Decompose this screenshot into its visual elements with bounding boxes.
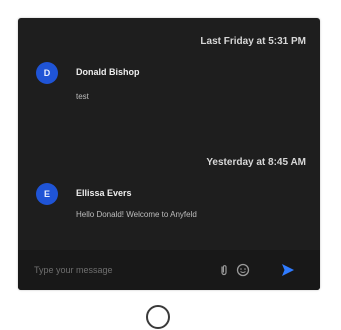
send-button[interactable] — [280, 262, 296, 278]
avatar[interactable]: D — [36, 62, 58, 84]
avatar[interactable]: E — [36, 183, 58, 205]
message-input[interactable] — [30, 260, 206, 280]
message-composer — [18, 250, 320, 290]
emoji-icon[interactable] — [236, 263, 250, 277]
message-timestamp: Last Friday at 5:31 PM — [200, 36, 306, 47]
message-author: Donald Bishop — [76, 67, 140, 77]
paperclip-icon[interactable] — [218, 264, 230, 276]
scroll-indicator-icon[interactable] — [145, 304, 171, 330]
chat-panel: Last Friday at 5:31 PM D Donald Bishop t… — [18, 18, 320, 290]
message-timestamp: Yesterday at 8:45 AM — [206, 157, 306, 168]
message-author: Ellissa Evers — [76, 188, 132, 198]
message-text: test — [76, 92, 89, 101]
message-text: Hello Donald! Welcome to Anyfeld — [76, 210, 197, 219]
